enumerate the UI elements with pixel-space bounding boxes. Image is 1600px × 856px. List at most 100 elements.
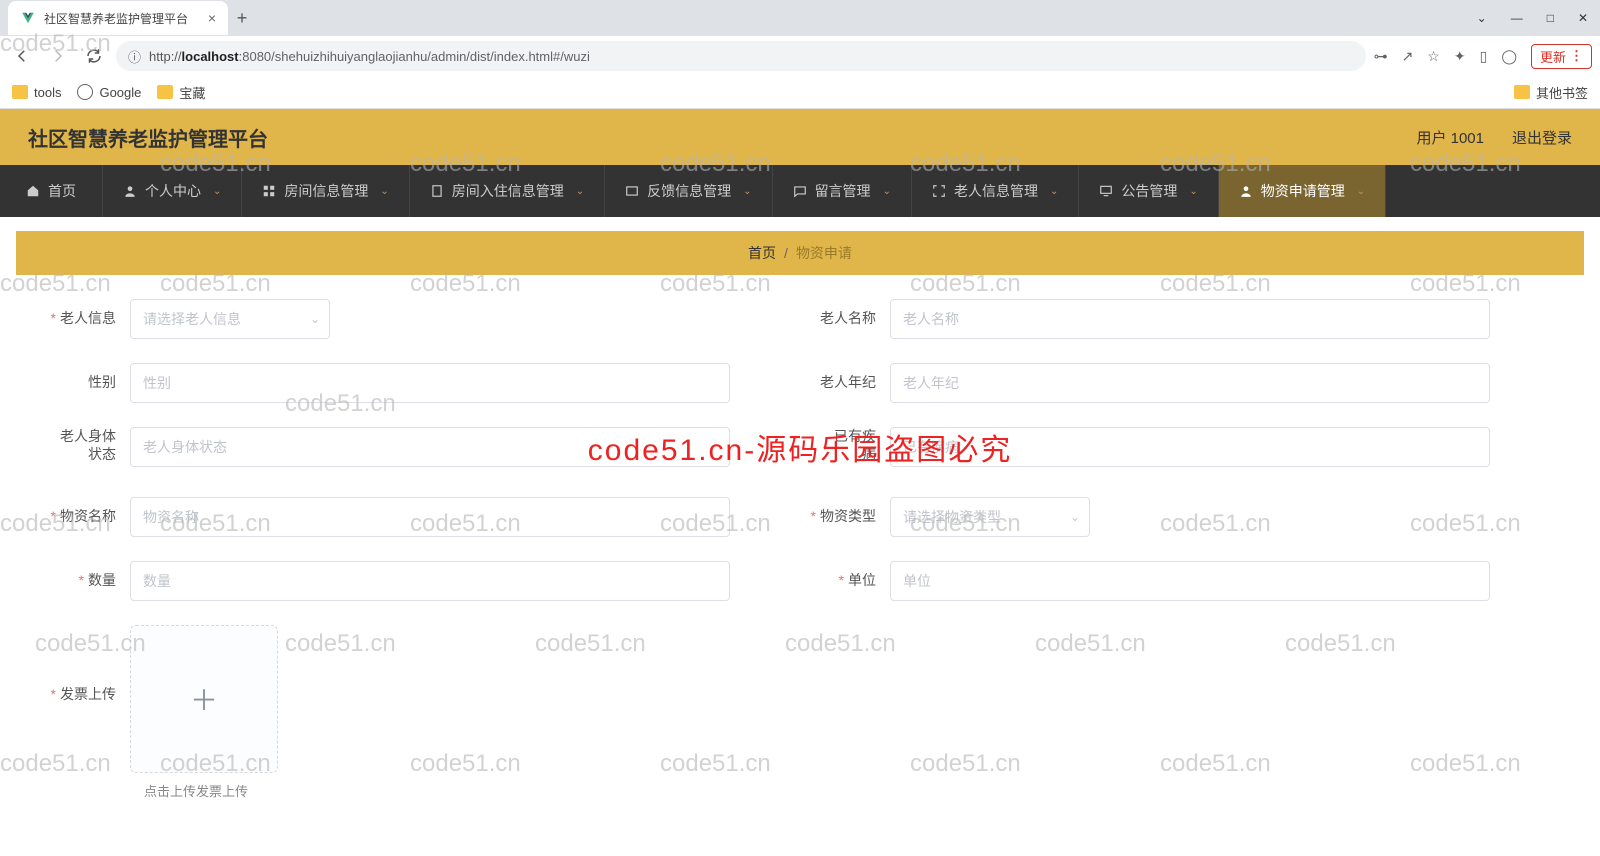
app-header: 社区智慧养老监护管理平台 用户 1001 退出登录 bbox=[0, 109, 1600, 165]
nav-feedback[interactable]: 反馈信息管理⌄ bbox=[605, 165, 772, 217]
form-area: 老人信息 ⌄ 老人名称 性别 老人年纪 bbox=[0, 289, 1600, 820]
chevron-down-icon: ⌄ bbox=[883, 186, 891, 197]
select-elderly-info-input[interactable] bbox=[130, 299, 330, 339]
nav-message[interactable]: 留言管理⌄ bbox=[773, 165, 912, 217]
panel-icon[interactable]: ▯ bbox=[1480, 48, 1488, 65]
tab-close-icon[interactable]: × bbox=[208, 10, 216, 26]
chevron-down-icon: ⌄ bbox=[213, 186, 221, 197]
update-button[interactable]: 更新 ⋮ bbox=[1531, 44, 1592, 69]
vue-favicon bbox=[20, 10, 36, 26]
chevron-down-icon: ⌄ bbox=[310, 312, 320, 326]
label-elderly-name: 老人名称 bbox=[800, 309, 890, 329]
message-icon bbox=[793, 184, 807, 198]
star-icon[interactable]: ☆ bbox=[1427, 48, 1440, 65]
user-label[interactable]: 用户 1001 bbox=[1416, 127, 1484, 148]
nav-notice[interactable]: 公告管理⌄ bbox=[1079, 165, 1218, 217]
chevron-down-icon: ⌄ bbox=[1189, 186, 1197, 197]
input-material-name[interactable] bbox=[130, 497, 730, 537]
label-quantity: 数量 bbox=[40, 571, 130, 591]
chevron-down-icon: ⌄ bbox=[380, 186, 388, 197]
home-icon bbox=[26, 184, 40, 198]
chevron-down-icon: ⌄ bbox=[1050, 186, 1058, 197]
breadcrumb: 首页 / 物资申请 bbox=[16, 231, 1584, 275]
tab-title: 社区智慧养老监护管理平台 bbox=[44, 10, 188, 27]
label-gender: 性别 bbox=[40, 373, 130, 393]
select-material-type-input[interactable] bbox=[890, 497, 1090, 537]
select-material-type[interactable]: ⌄ bbox=[890, 497, 1090, 537]
url-input[interactable]: ⓘ http://localhost:8080/shehuizhihuiyang… bbox=[116, 41, 1366, 71]
new-tab-button[interactable]: + bbox=[228, 8, 256, 29]
maximize-icon[interactable]: □ bbox=[1547, 11, 1554, 25]
label-body-status: 老人身体 状态 bbox=[40, 427, 130, 463]
label-elderly-info: 老人信息 bbox=[40, 309, 130, 329]
tab-strip: 社区智慧养老监护管理平台 × + ⌄ ― □ ✕ bbox=[0, 0, 1600, 36]
address-bar-icons: ⊶ ↗ ☆ ✦ ▯ ◯ 更新 ⋮ bbox=[1374, 44, 1592, 69]
chevron-down-icon: ⌄ bbox=[1357, 186, 1365, 197]
close-icon[interactable]: ✕ bbox=[1578, 11, 1588, 25]
nav-home[interactable]: 首页 bbox=[0, 165, 103, 217]
monitor-icon bbox=[1099, 184, 1113, 198]
feedback-icon bbox=[625, 184, 639, 198]
label-material-type: 物资类型 bbox=[800, 507, 890, 527]
breadcrumb-current: 物资申请 bbox=[796, 243, 852, 263]
browser-tab[interactable]: 社区智慧养老监护管理平台 × bbox=[8, 1, 228, 35]
nav-room-info[interactable]: 房间信息管理⌄ bbox=[242, 165, 409, 217]
reload-button[interactable] bbox=[80, 42, 108, 70]
breadcrumb-separator: / bbox=[784, 245, 788, 261]
select-elderly-info[interactable]: ⌄ bbox=[130, 299, 330, 339]
label-disease: 已有疾 病 bbox=[800, 427, 890, 463]
input-disease[interactable] bbox=[890, 427, 1490, 467]
extensions-icon[interactable]: ✦ bbox=[1454, 48, 1466, 65]
user-icon bbox=[123, 184, 137, 198]
input-gender[interactable] bbox=[130, 363, 730, 403]
plus-icon: ＋ bbox=[190, 679, 218, 719]
nav-room-checkin[interactable]: 房间入住信息管理⌄ bbox=[410, 165, 605, 217]
building-icon bbox=[430, 184, 444, 198]
chevron-down-icon: ⌄ bbox=[576, 186, 584, 197]
logout-link[interactable]: 退出登录 bbox=[1512, 127, 1572, 148]
window-controls: ⌄ ― □ ✕ bbox=[1477, 11, 1600, 25]
bookmark-google[interactable]: Google bbox=[77, 84, 141, 100]
folder-icon bbox=[1514, 85, 1530, 99]
nav-elderly-info[interactable]: 老人信息管理⌄ bbox=[912, 165, 1079, 217]
globe-icon bbox=[77, 84, 93, 100]
bookmarks-bar: tools Google 宝藏 其他书签 bbox=[0, 76, 1600, 108]
browser-chrome: 社区智慧养老监护管理平台 × + ⌄ ― □ ✕ ⓘ http://localh… bbox=[0, 0, 1600, 109]
url-text: http://localhost:8080/shehuizhihuiyangla… bbox=[149, 49, 590, 64]
header-right: 用户 1001 退出登录 bbox=[1416, 127, 1572, 148]
scan-icon bbox=[932, 184, 946, 198]
input-elderly-age[interactable] bbox=[890, 363, 1490, 403]
grid-icon bbox=[262, 184, 276, 198]
input-quantity[interactable] bbox=[130, 561, 730, 601]
upload-invoice[interactable]: ＋ bbox=[130, 625, 278, 773]
app-title: 社区智慧养老监护管理平台 bbox=[28, 123, 268, 152]
bookmark-other[interactable]: 其他书签 bbox=[1514, 83, 1588, 102]
input-body-status[interactable] bbox=[130, 427, 730, 467]
folder-icon bbox=[157, 85, 173, 99]
share-icon[interactable]: ↗ bbox=[1402, 48, 1414, 65]
bookmark-tools[interactable]: tools bbox=[12, 85, 61, 100]
label-elderly-age: 老人年纪 bbox=[800, 373, 890, 393]
bookmark-treasure[interactable]: 宝藏 bbox=[157, 83, 205, 102]
profile-icon[interactable]: ◯ bbox=[1501, 48, 1517, 65]
upload-tip: 点击上传发票上传 bbox=[144, 781, 1560, 800]
breadcrumb-home[interactable]: 首页 bbox=[748, 243, 776, 263]
label-material-name: 物资名称 bbox=[40, 507, 130, 527]
nav-menu: 首页 个人中心⌄ 房间信息管理⌄ 房间入住信息管理⌄ 反馈信息管理⌄ 留言管理⌄… bbox=[0, 165, 1600, 217]
chevron-down-icon: ⌄ bbox=[743, 186, 751, 197]
info-icon: ⓘ bbox=[128, 47, 141, 66]
user-icon bbox=[1239, 184, 1253, 198]
input-elderly-name[interactable] bbox=[890, 299, 1490, 339]
back-button[interactable] bbox=[8, 42, 36, 70]
input-unit[interactable] bbox=[890, 561, 1490, 601]
nav-personal[interactable]: 个人中心⌄ bbox=[103, 165, 242, 217]
chevron-down-icon: ⌄ bbox=[1070, 510, 1080, 524]
minimize-icon[interactable]: ― bbox=[1511, 11, 1523, 25]
forward-button[interactable] bbox=[44, 42, 72, 70]
label-invoice-upload: 发票上传 bbox=[40, 625, 130, 705]
nav-material[interactable]: 物资申请管理⌄ bbox=[1219, 165, 1386, 217]
chevron-down-icon[interactable]: ⌄ bbox=[1477, 11, 1487, 25]
key-icon[interactable]: ⊶ bbox=[1374, 48, 1388, 65]
label-unit: 单位 bbox=[800, 571, 890, 591]
folder-icon bbox=[12, 85, 28, 99]
